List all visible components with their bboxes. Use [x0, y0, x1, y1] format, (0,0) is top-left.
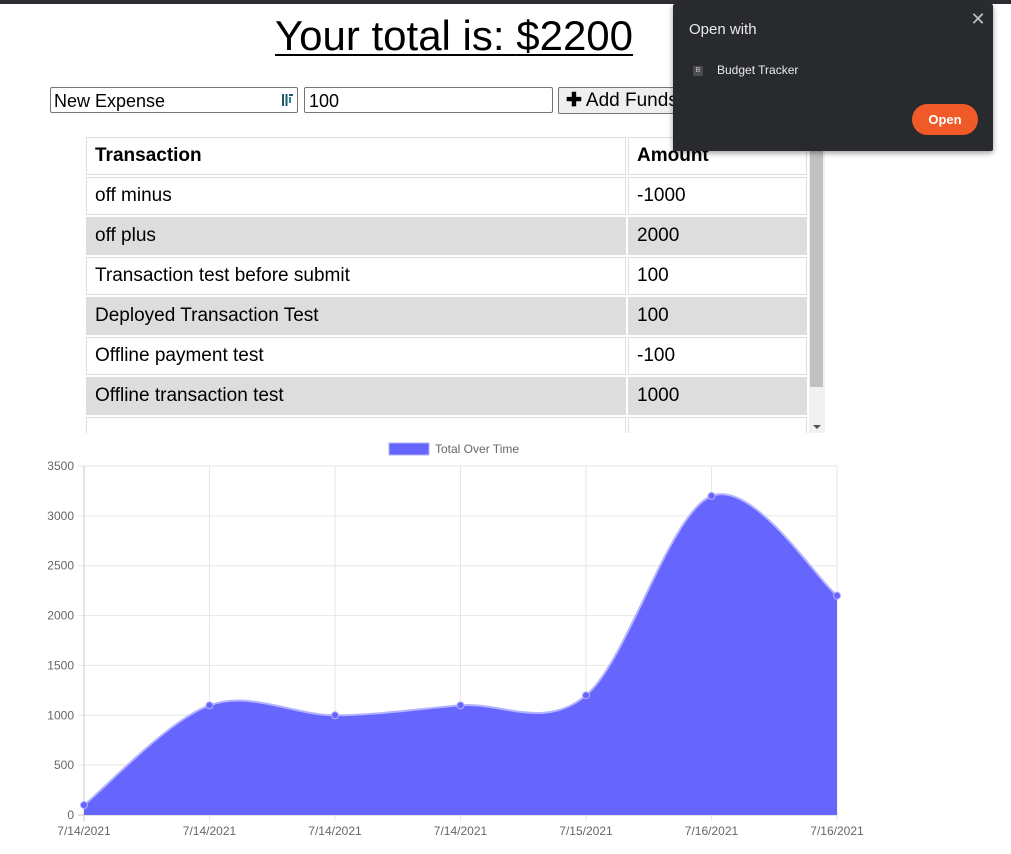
add-funds-label: Add Funds	[585, 90, 678, 111]
x-tick-label: 7/16/2021	[685, 824, 739, 838]
add-funds-button[interactable]: ✚ Add Funds	[558, 87, 688, 114]
password-manager-icon[interactable]	[282, 93, 294, 107]
table-row: Offline payment test -100	[86, 337, 807, 375]
y-tick-label: 3000	[47, 509, 74, 523]
transaction-name: Offline payment test	[86, 337, 626, 375]
scrollbar-thumb[interactable]	[810, 147, 823, 387]
total-value: $2200	[516, 12, 634, 59]
y-tick-label: 2500	[47, 559, 74, 573]
open-button[interactable]: Open	[912, 104, 978, 135]
table-row: off minus -1000	[86, 177, 807, 215]
close-icon[interactable]: ✕	[969, 10, 987, 28]
y-tick-label: 0	[67, 808, 74, 822]
y-tick-label: 500	[54, 758, 74, 772]
transaction-amount: 1000	[628, 377, 807, 415]
x-tick-label: 7/14/2021	[57, 824, 111, 838]
transaction-name: Offline transaction test	[86, 377, 626, 415]
transaction-amount	[628, 417, 807, 433]
total-label: Your total is:	[274, 12, 517, 59]
x-tick-label: 7/15/2021	[559, 824, 613, 838]
x-tick-label: 7/14/2021	[308, 824, 362, 838]
popup-title: Open with	[689, 21, 757, 38]
data-point	[205, 701, 214, 710]
y-tick-label: 1500	[47, 658, 74, 672]
transaction-amount: -100	[628, 337, 807, 375]
x-tick-label: 7/16/2021	[810, 824, 864, 838]
y-tick-label: 1000	[47, 708, 74, 722]
legend-label: Total Over Time	[435, 442, 519, 456]
table-row: Transaction test before submit 100	[86, 257, 807, 295]
open-with-popup: Open with ✕ B Budget Tracker Open	[673, 4, 993, 151]
plus-icon: ✚	[566, 90, 582, 111]
transaction-name: off minus	[86, 177, 626, 215]
transactions-table-container[interactable]: Transaction Amount off minus -1000 off p…	[84, 135, 825, 433]
data-point	[331, 711, 339, 720]
table-scrollbar[interactable]	[809, 135, 825, 433]
x-tick-label: 7/14/2021	[183, 824, 237, 838]
data-point	[707, 491, 716, 500]
table-row: off plus 2000	[86, 217, 807, 255]
data-point	[456, 701, 465, 710]
transaction-amount: 100	[628, 297, 807, 335]
y-tick-label: 2000	[47, 609, 74, 623]
transaction-name-input[interactable]	[50, 87, 298, 113]
table-row	[86, 417, 807, 433]
y-tick-label: 3500	[47, 459, 74, 473]
table-row: Offline transaction test 1000	[86, 377, 807, 415]
transaction-name	[86, 417, 626, 433]
legend-swatch	[388, 442, 430, 456]
header-transaction: Transaction	[86, 137, 626, 175]
transaction-amount: -1000	[628, 177, 807, 215]
data-point	[833, 591, 841, 600]
data-point	[80, 801, 88, 810]
transactions-table: Transaction Amount off minus -1000 off p…	[84, 135, 809, 433]
transaction-name: Transaction test before submit	[86, 257, 626, 295]
transaction-amount: 100	[628, 257, 807, 295]
app-name: Budget Tracker	[717, 63, 799, 77]
total-over-time-chart: 0 500 1000 1500 2000 2500 3000 3500 7/14/2021 7/1…	[47, 442, 864, 838]
data-point	[582, 691, 590, 700]
transaction-name: off plus	[86, 217, 626, 255]
transaction-name: Deployed Transaction Test	[86, 297, 626, 335]
scroll-down-arrow-icon[interactable]	[813, 425, 821, 429]
transaction-amount-input[interactable]	[304, 87, 553, 113]
table-row: Deployed Transaction Test 100	[86, 297, 807, 335]
x-tick-label: 7/14/2021	[434, 824, 488, 838]
transaction-amount: 2000	[628, 217, 807, 255]
app-icon: B	[693, 66, 703, 76]
